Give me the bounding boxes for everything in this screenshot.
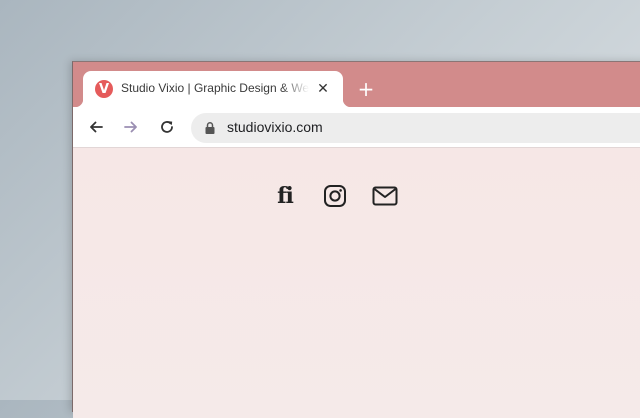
envelope-icon: [372, 186, 398, 206]
active-tab[interactable]: V Studio Vixio | Graphic Design & Web De…: [75, 71, 351, 107]
fi-link[interactable]: fi: [271, 182, 299, 210]
email-link[interactable]: [371, 182, 399, 210]
reload-icon: [161, 121, 173, 133]
new-tab-button[interactable]: +: [355, 77, 377, 101]
url-text: studiovixio.com: [227, 119, 323, 135]
tab-title: Studio Vixio | Graphic Design & Web Desi…: [121, 81, 309, 95]
arrow-left-icon: [90, 121, 103, 133]
browser-toolbar: studiovixio.com: [73, 107, 640, 148]
back-button[interactable]: [85, 116, 107, 138]
page-content: fi: [73, 148, 640, 418]
reload-button[interactable]: [156, 116, 178, 138]
social-links: fi: [271, 182, 399, 210]
instagram-link[interactable]: [321, 182, 349, 210]
close-tab-button[interactable]: ✕: [313, 79, 333, 99]
instagram-icon: [324, 185, 346, 207]
fi-icon: fi: [277, 183, 294, 209]
arrow-right-icon: [124, 121, 137, 133]
browser-window: V Studio Vixio | Graphic Design & Web De…: [72, 61, 640, 418]
lock-icon: [205, 122, 215, 134]
forward-button[interactable]: [120, 116, 142, 138]
tab-bar: V Studio Vixio | Graphic Design & Web De…: [73, 62, 640, 107]
site-favicon-icon: V: [95, 80, 113, 98]
address-bar[interactable]: studiovixio.com: [191, 113, 640, 143]
